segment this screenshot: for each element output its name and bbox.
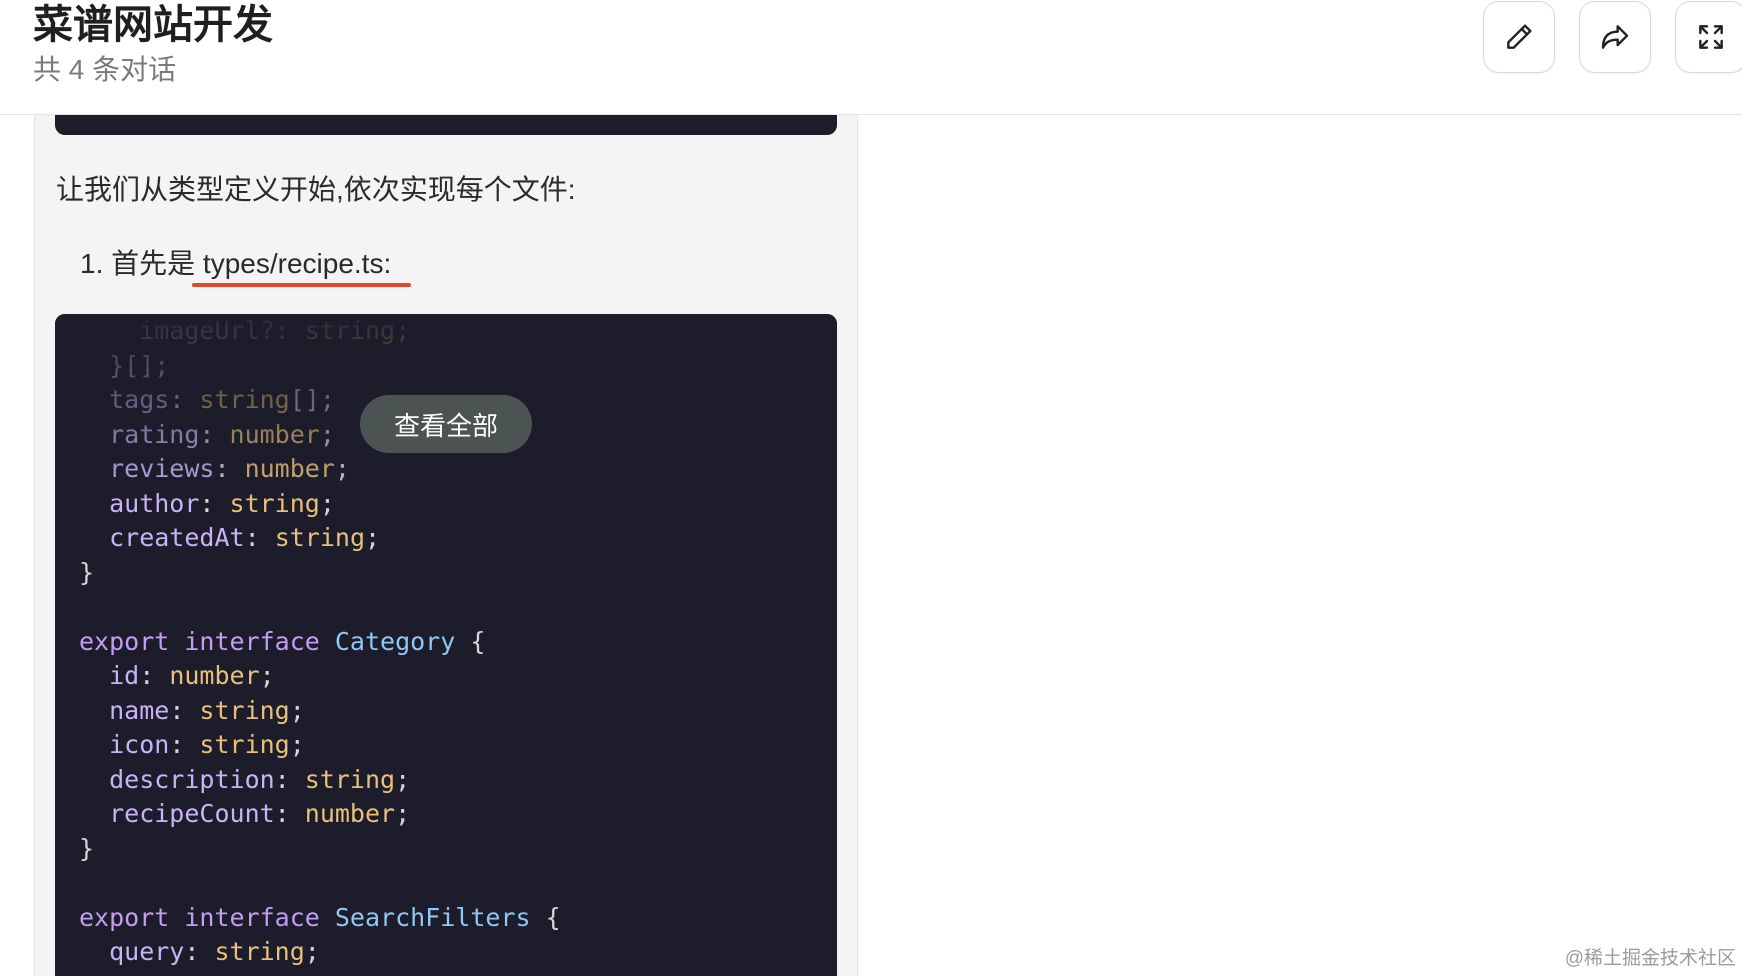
code-token: : <box>184 937 215 966</box>
code-token: tags <box>79 385 170 414</box>
code-token: SearchFilters <box>334 902 531 932</box>
code-token: recipeCount <box>79 799 275 828</box>
conversation-count: 共 4 条对话 <box>33 54 177 85</box>
code-token: { <box>530 902 561 932</box>
code-token: interface <box>184 626 335 656</box>
code-token: number <box>169 661 260 690</box>
code-token: ; <box>334 454 350 483</box>
share-button[interactable] <box>1579 1 1651 73</box>
code-token: ; <box>395 799 411 828</box>
edit-button[interactable] <box>1483 1 1555 73</box>
code-line: name: string; <box>79 694 561 729</box>
code-token: description <box>79 764 275 794</box>
code-token: interface <box>184 902 335 932</box>
code-line: createdAt: string; <box>79 521 561 556</box>
code-token: : <box>274 764 305 794</box>
code-line: description: string; <box>79 763 561 798</box>
code-token: ; <box>289 695 305 725</box>
code-token: string <box>214 937 305 966</box>
code-token: : <box>199 488 230 518</box>
conversation-header: 菜谱网站开发 共 4 条对话 <box>0 0 1742 115</box>
file-name: types/recipe.ts: <box>202 248 392 279</box>
code-line: icon: string; <box>79 728 561 763</box>
code-token: export <box>79 626 185 656</box>
code-token: name <box>79 695 170 725</box>
code-token: id <box>79 661 140 690</box>
code-token: : <box>139 661 170 690</box>
code-token: ; <box>319 488 335 518</box>
list-item-prefix: 1. 首先是 <box>80 248 203 279</box>
code-token: : <box>244 523 275 552</box>
pencil-icon <box>1507 24 1532 49</box>
code-token: string <box>274 523 365 552</box>
previous-code-block <box>55 114 837 135</box>
code-token: export <box>79 902 185 932</box>
code-line: imageUrl?: string; <box>79 314 561 349</box>
code-token: query <box>79 937 185 966</box>
code-line: author: string; <box>79 487 561 522</box>
code-token: Category <box>334 626 456 656</box>
code-line: export interface SearchFilters { <box>79 901 561 936</box>
code-line: } <box>79 556 561 591</box>
code-token: ; <box>259 661 275 690</box>
code-token: : <box>214 454 245 483</box>
code-token: number <box>304 799 396 828</box>
code-token: string <box>304 764 396 794</box>
code-token: { <box>455 626 486 656</box>
view-all-button[interactable]: 查看全部 <box>360 395 532 453</box>
code-line: }[]; <box>79 349 561 384</box>
conversation-title: 菜谱网站开发 <box>33 3 273 47</box>
code-token: ; <box>304 937 320 966</box>
file-name-underline <box>192 283 411 287</box>
fullscreen-icon <box>1699 25 1723 49</box>
code-line: id: number; <box>79 659 561 694</box>
message-panel: 让我们从类型定义开始,依次实现每个文件: 1. 首先是 types/recipe… <box>34 114 858 976</box>
code-token: rating <box>79 419 200 449</box>
code-line: } <box>79 832 561 867</box>
code-line: export interface Category { <box>79 625 561 660</box>
code-token: icon <box>79 730 170 759</box>
code-token: : <box>169 695 200 725</box>
list-item: 1. 首先是 types/recipe.ts: <box>80 242 391 282</box>
code-token: } <box>79 557 95 587</box>
watermark: @稀土掘金技术社区 <box>1564 948 1736 969</box>
code-token: : <box>199 419 230 449</box>
code-line: reviews: number; <box>79 452 561 487</box>
code-token: string <box>229 488 320 518</box>
code-token: : <box>274 799 305 828</box>
code-line: recipeCount: number; <box>79 797 561 832</box>
code-token: createdAt <box>79 523 245 552</box>
code-token: ; <box>365 523 381 552</box>
code-token: number <box>244 454 335 483</box>
code-token: author <box>79 488 200 518</box>
code-token: []; <box>289 385 335 414</box>
code-token: ; <box>319 419 335 449</box>
code-token: } <box>79 833 95 863</box>
code-line: query: string; <box>79 935 561 970</box>
code-token: string <box>199 385 290 414</box>
code-token: string; <box>304 316 411 345</box>
code-token: number <box>229 419 320 449</box>
code-token: imageUrl?: <box>79 316 305 345</box>
code-token: }[]; <box>79 350 170 380</box>
page: 菜谱网站开发 共 4 条对话 让我们从类型定义开始,依次实现每个文件: 1. 首… <box>0 0 1742 976</box>
code-token: : <box>169 385 200 414</box>
fullscreen-button[interactable] <box>1675 1 1742 73</box>
code-token: ; <box>395 764 411 794</box>
message-paragraph: 让我们从类型定义开始,依次实现每个文件: <box>56 174 576 205</box>
code-token: ; <box>289 730 305 759</box>
code-token: string <box>199 730 290 759</box>
code-token: reviews <box>79 454 215 483</box>
share-icon <box>1601 25 1629 49</box>
code-token: : <box>169 730 200 759</box>
code-token: string <box>199 695 290 725</box>
